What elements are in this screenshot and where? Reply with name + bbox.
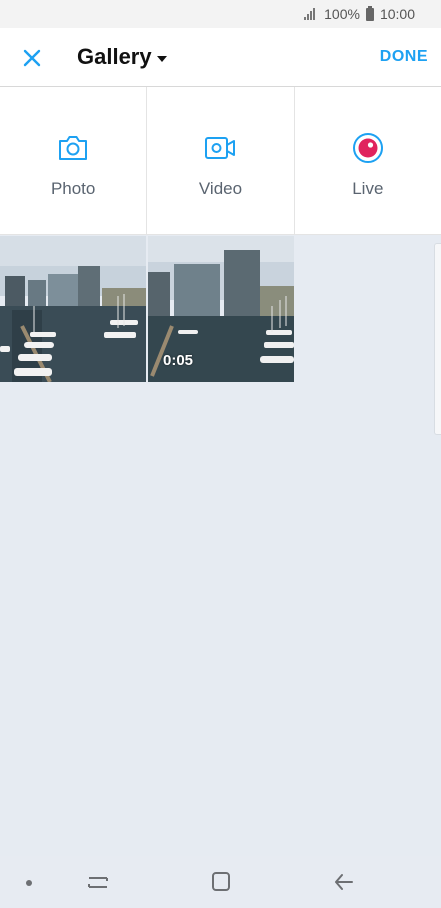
close-icon[interactable] [20,46,44,70]
done-button[interactable]: DONE [380,48,428,66]
gallery-photo-thumbnail[interactable] [0,236,146,382]
nav-indicator-dot [26,880,32,886]
back-icon[interactable] [328,868,360,896]
side-scroll-handle[interactable] [434,243,441,435]
home-icon[interactable] [205,868,237,896]
photo-option-label: Photo [50,179,96,198]
gallery-title[interactable]: Gallery [77,44,152,70]
camera-icon [59,136,88,160]
live-option[interactable]: Live [295,87,441,234]
gallery-video-thumbnail[interactable]: 0:05 [148,236,294,382]
live-broadcast-icon [352,133,383,163]
recent-apps-icon[interactable] [82,868,114,896]
live-option-label: Live [352,179,384,198]
app-bar: Gallery DONE [0,28,441,87]
photo-option[interactable]: Photo [0,87,148,234]
navigation-bar [0,856,441,908]
video-duration-label: 0:05 [163,352,194,369]
video-camera-icon [205,137,236,159]
clock: 10:00 [379,6,415,22]
dropdown-caret-icon[interactable] [157,56,167,62]
battery-level: 100% [324,6,360,22]
status-bar: 100% 10:00 [0,0,441,28]
harbor-photo [0,236,146,382]
gallery-grid: 0:05 [0,236,441,382]
video-option[interactable]: Video [147,87,295,234]
video-option-label: Video [198,179,243,198]
media-options-bar: Photo Video Live [0,87,441,235]
signal-icon [304,8,318,20]
battery-icon [365,5,374,21]
